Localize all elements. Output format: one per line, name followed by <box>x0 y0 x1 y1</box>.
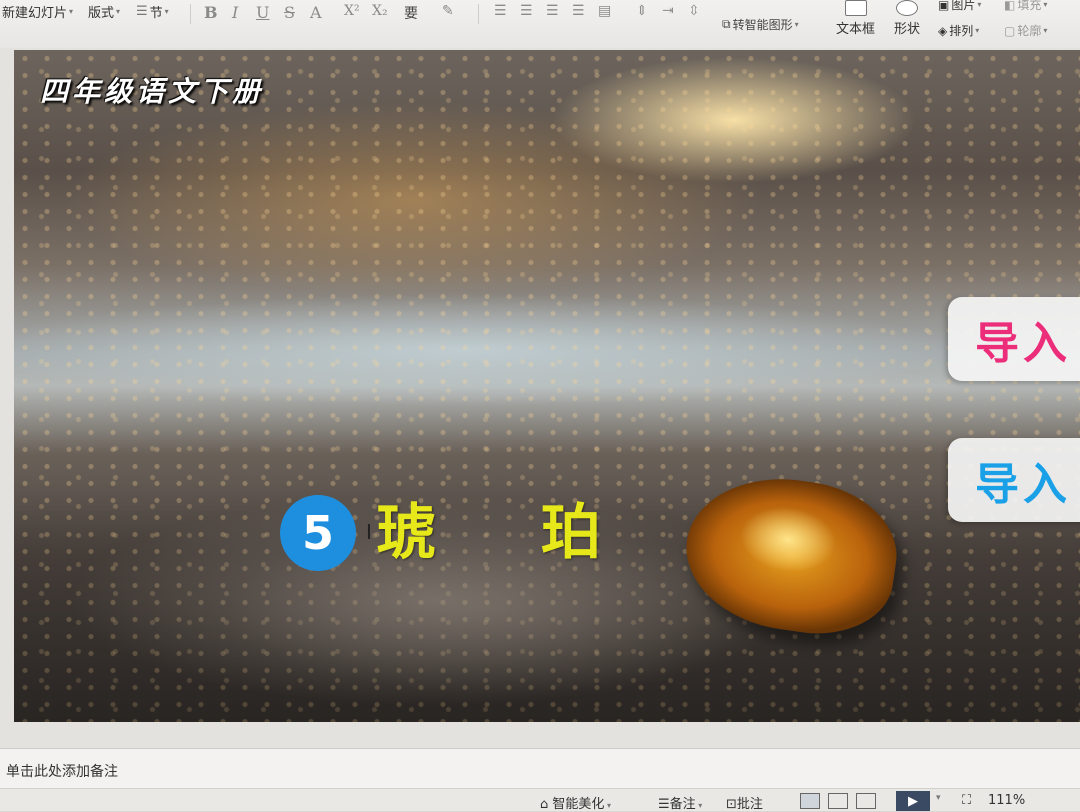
layout-button[interactable]: 版式 ▾ <box>88 2 120 21</box>
line-spacing-icon[interactable]: ⇕ <box>636 3 648 19</box>
zoom-level[interactable]: 111% <box>988 793 1025 808</box>
section-label: 节 <box>149 6 163 21</box>
indent-icon[interactable]: ⇥ <box>662 3 674 19</box>
strikethrough-button[interactable]: S <box>284 3 295 22</box>
comments-button[interactable]: ⊡批注 <box>726 793 763 812</box>
lesson-number-badge[interactable]: 5 <box>280 495 356 571</box>
smart-beautify-button[interactable]: ⌂ 智能美化 ▾ <box>540 793 611 812</box>
underline-button[interactable]: U <box>256 3 269 22</box>
chevron-down-icon: ▾ <box>116 7 121 16</box>
smart-shape-label: 转智能图形 <box>732 18 793 32</box>
highlight-icon[interactable]: ✎ <box>442 3 454 19</box>
layout-label: 版式 <box>88 6 115 21</box>
play-slideshow-button[interactable]: ▶ <box>896 791 930 811</box>
fit-window-icon[interactable]: ⛶ <box>962 793 971 808</box>
shape-icon <box>896 0 918 16</box>
justify-icon[interactable]: ☰ <box>572 3 585 19</box>
notes-placeholder[interactable]: 单击此处添加备注 <box>6 761 118 781</box>
align-center-icon[interactable]: ☰ <box>520 3 533 19</box>
section-icon: ☰ <box>136 4 148 19</box>
fill-icon: ◧ <box>1004 0 1016 12</box>
font-color-button[interactable]: A <box>310 3 322 22</box>
notes-toggle-button[interactable]: ☰备注 ▾ <box>658 793 702 812</box>
align-right-icon[interactable]: ☰ <box>546 3 559 19</box>
outline-icon: ▢ <box>1004 23 1016 38</box>
grade-title[interactable]: 四年级语文下册 <box>40 70 264 110</box>
ribbon-toolbar: 新建幻灯片 ▾ 版式 ▾ ☰ 节 ▾ B I U S A X² X₂ 要 ✎ ☰ ☰ ☰… <box>0 0 1080 49</box>
distribute-icon[interactable]: ▤ <box>598 3 611 19</box>
text-box-label: 文本框 <box>836 22 876 37</box>
lesson-title[interactable]: 琥 珀 <box>376 484 643 571</box>
text-box-button[interactable]: 文本框 <box>836 0 875 37</box>
picture-label: 图片 <box>951 0 976 12</box>
align-left-icon[interactable]: ☰ <box>494 3 507 19</box>
intro-button-blue[interactable]: 导入 <box>948 438 1080 522</box>
chevron-down-icon: ▾ <box>695 801 703 810</box>
chevron-down-icon: ▾ <box>1043 0 1048 9</box>
reading-view-icon[interactable] <box>856 793 876 809</box>
arrange-button[interactable]: ◈ 排列 ▾ <box>938 22 979 39</box>
paragraph-spacing-icon[interactable]: ⇳ <box>688 3 700 19</box>
fill-label: 填充 <box>1017 0 1042 12</box>
picture-icon: ▣ <box>938 0 950 12</box>
chevron-down-icon: ▾ <box>794 20 799 29</box>
arrange-label: 排列 <box>949 24 974 38</box>
chevron-down-icon: ▾ <box>69 7 74 16</box>
divider <box>478 4 479 24</box>
text-box-icon <box>844 0 867 16</box>
normal-view-icon[interactable] <box>800 793 820 809</box>
notes-pane[interactable]: 单击此处添加备注 <box>0 748 1080 789</box>
arrange-icon: ◈ <box>938 23 948 38</box>
shape-label: 形状 <box>894 22 921 37</box>
slide[interactable]: 四年级语文下册 5 I 琥 珀 导入 导入 <box>14 50 1080 722</box>
outline-button[interactable]: ▢ 轮廓 ▾ <box>1004 22 1047 39</box>
divider <box>190 4 191 24</box>
chevron-down-icon: ▾ <box>604 801 611 810</box>
chevron-down-icon: ▾ <box>977 0 982 9</box>
italic-button[interactable]: I <box>232 3 238 22</box>
smart-shape-icon: ⧉ <box>722 17 731 31</box>
chevron-down-icon: ▾ <box>164 7 169 16</box>
new-slide-button[interactable]: 新建幻灯片 ▾ <box>2 2 73 21</box>
status-bar: ⌂ 智能美化 ▾ ☰备注 ▾ ⊡批注 ▶ ▾ ⛶ 111% <box>0 788 1080 812</box>
fill-button[interactable]: ◧ 填充 ▾ <box>1004 0 1047 13</box>
text-cursor-icon: I <box>366 520 372 544</box>
chevron-down-icon: ▾ <box>1043 26 1048 35</box>
new-slide-label: 新建幻灯片 <box>2 6 68 21</box>
chevron-down-icon: ▾ <box>975 26 980 35</box>
phonetic-guide-button[interactable]: 要 <box>404 3 418 23</box>
play-icon: ▶ <box>908 793 918 809</box>
superscript-button[interactable]: X² <box>344 3 360 19</box>
subscript-button[interactable]: X₂ <box>372 3 388 19</box>
picture-button[interactable]: ▣ 图片 ▾ <box>938 0 981 13</box>
intro-button-pink[interactable]: 导入 <box>948 297 1080 381</box>
chevron-down-icon[interactable]: ▾ <box>936 793 941 803</box>
smart-shape-button[interactable]: ⧉ 转智能图形 ▾ <box>722 16 799 33</box>
bold-button[interactable]: B <box>204 3 218 22</box>
section-button[interactable]: ☰ 节 ▾ <box>136 2 169 21</box>
slide-sorter-icon[interactable] <box>828 793 848 809</box>
outline-label: 轮廓 <box>1017 24 1042 38</box>
shape-button[interactable]: 形状 <box>894 0 920 37</box>
